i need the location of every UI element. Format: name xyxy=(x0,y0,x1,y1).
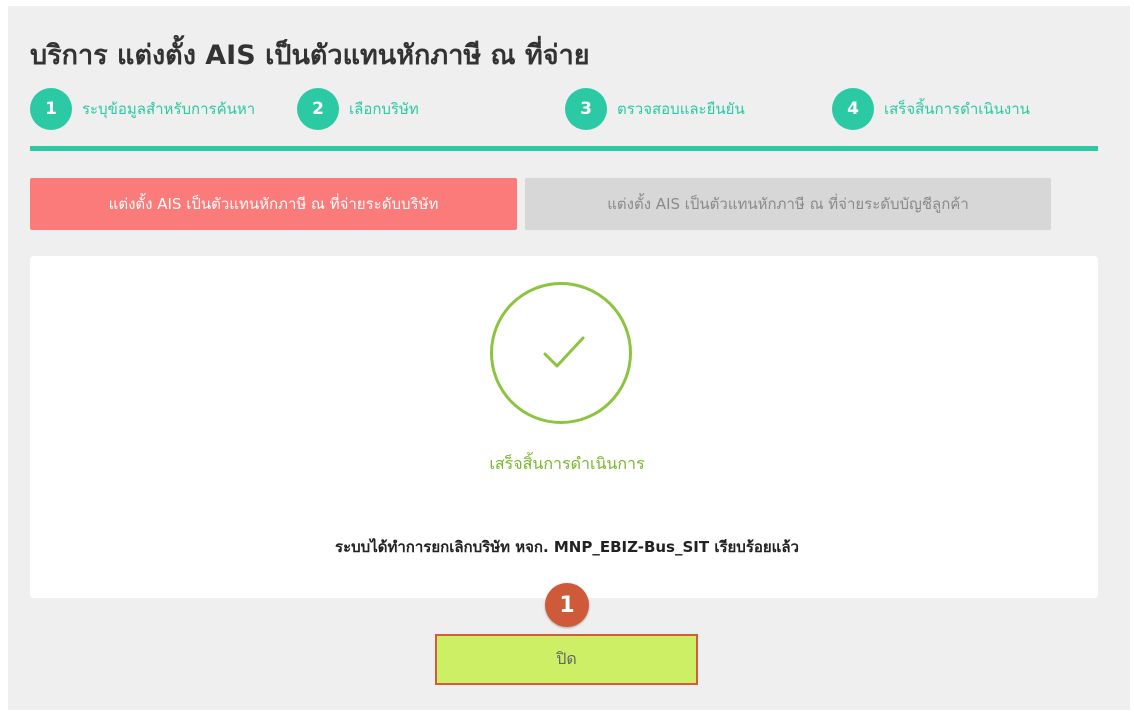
step-2-number: 2 xyxy=(297,88,339,130)
success-circle xyxy=(490,282,632,424)
step-3-number: 3 xyxy=(565,88,607,130)
step-4-label: เสร็จสิ้นการดำเนินงาน xyxy=(884,100,1030,118)
tab-account-level[interactable]: แต่งตั้ง AIS เป็นตัวแทนหักภาษี ณ ที่จ่าย… xyxy=(525,178,1051,230)
step-4-number: 4 xyxy=(832,88,874,130)
step-4: 4 เสร็จสิ้นการดำเนินงาน xyxy=(832,88,1030,130)
page-title: บริการ แต่งตั้ง AIS เป็นตัวแทนหักภาษี ณ … xyxy=(30,40,590,71)
step-1-label: ระบุข้อมูลสำหรับการค้นหา xyxy=(82,100,256,118)
tab-company-level[interactable]: แต่งตั้ง AIS เป็นตัวแทนหักภาษี ณ ที่จ่าย… xyxy=(30,178,517,230)
annotation-badge: 1 xyxy=(545,583,589,627)
step-3: 3 ตรวจสอบและยืนยัน xyxy=(565,88,745,130)
step-1: 1 ระบุข้อมูลสำหรับการค้นหา xyxy=(30,88,255,130)
step-2-label: เลือกบริษัท xyxy=(349,100,419,118)
step-progress-bar xyxy=(30,146,1098,151)
success-status: เสร็จสิ้นการดำเนินการ xyxy=(489,454,645,473)
step-2: 2 เลือกบริษัท xyxy=(297,88,419,130)
step-1-number: 1 xyxy=(30,88,72,130)
check-icon xyxy=(543,336,585,368)
close-button[interactable]: ปิด xyxy=(435,634,698,685)
step-3-label: ตรวจสอบและยืนยัน xyxy=(617,100,745,118)
result-message: ระบบได้ทำการยกเลิกบริษัท หจก. MNP_EBIZ-B… xyxy=(335,538,799,556)
